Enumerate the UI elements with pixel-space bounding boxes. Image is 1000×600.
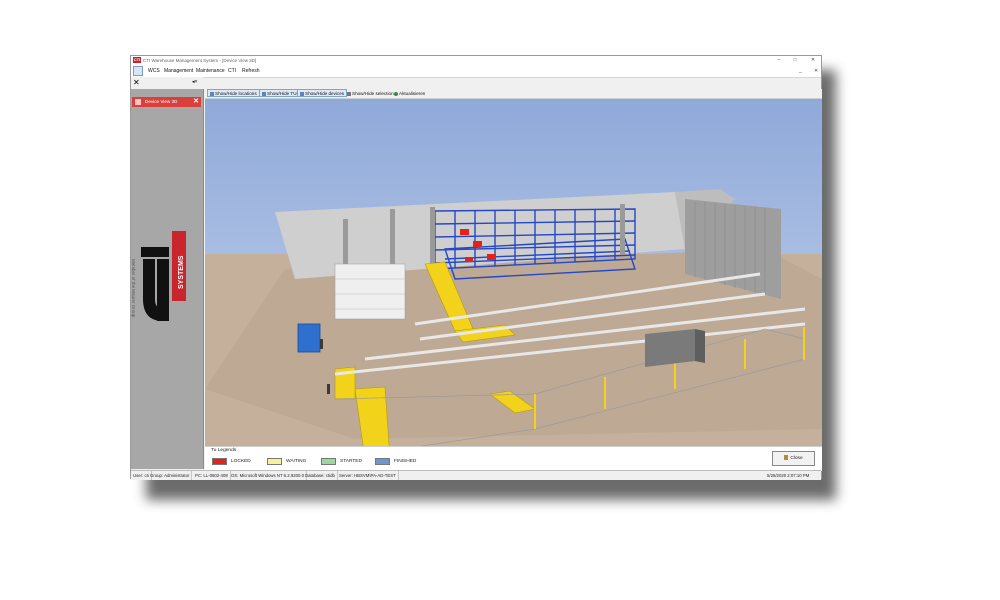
door-icon (784, 455, 789, 461)
tab-label: Device View 3D (145, 99, 178, 104)
brand-tagline: Member of the Maurer Group (131, 259, 136, 318)
legend-label-waiting: WAITING (286, 459, 307, 464)
close-window-button[interactable]: ✕ (807, 56, 819, 65)
menu-refresh[interactable]: Refresh (242, 67, 260, 75)
toolbar: Show/Hide locations Show/Hide TUs Show/H… (205, 89, 822, 99)
close-button[interactable]: Close (772, 451, 815, 466)
show-hide-tus-button[interactable]: Show/Hide TUs (259, 89, 302, 97)
warehouse-3d-render (205, 99, 822, 446)
tab-device-view-3d[interactable]: Device View 3D ✕ (132, 97, 201, 107)
button-label: Show/Hide devices (305, 91, 345, 96)
status-database: Database: ctidb (305, 471, 338, 480)
button-label: Show/Hide TUs (267, 91, 299, 96)
status-pc: PC: LL-0602-408 (195, 471, 231, 480)
refresh-icon (394, 91, 398, 96)
legend-swatch-started (321, 458, 336, 465)
legend-swatch-locked (212, 458, 227, 465)
tus-icon (262, 91, 266, 96)
aktualisieren-button[interactable]: Aktualisieren (391, 89, 428, 97)
status-group: Group: Administrator (150, 471, 193, 480)
status-user: User: cti (133, 471, 152, 480)
cti-systems-logo: SYSTEMS (141, 231, 186, 321)
menu-cti[interactable]: CTI (228, 67, 236, 75)
svg-text:SYSTEMS: SYSTEMS (178, 255, 185, 289)
minimize-button[interactable]: – (773, 56, 785, 65)
show-hide-selection-button[interactable]: Show/Hide selection (344, 89, 397, 97)
legend-swatch-waiting (267, 458, 282, 465)
device-view-3d-canvas[interactable] (205, 99, 822, 446)
button-label: Aktualisieren (399, 91, 426, 96)
status-server: Server: HBSVM\PA-AD-TEST (339, 471, 399, 480)
cti-logo-icon: CTI (133, 57, 141, 63)
sidebar-close-icon[interactable]: ✕ (133, 78, 140, 87)
menu-maintenance[interactable]: Maintenance (196, 67, 225, 75)
sidebar: Device View 3D ✕ SYSTEMS Member of the M… (131, 89, 204, 469)
legend-label-locked: LOCKED (231, 459, 251, 464)
sidebar-pin-icon[interactable]: ◂× (192, 79, 197, 85)
menu-management[interactable]: Management (164, 67, 193, 75)
app-icon[interactable] (133, 66, 143, 76)
status-datetime: 5/25/2020 2:07:10 PM (767, 473, 810, 478)
status-bar: User: cti Group: Administrator PC: LL-06… (131, 470, 821, 480)
mdi-close-button[interactable]: ✕ (814, 67, 818, 75)
window-title: CTI Warehouse Management System - [Devic… (143, 58, 257, 63)
show-hide-locations-button[interactable]: Show/Hide locations (207, 89, 260, 97)
button-label: Show/Hide locations (215, 91, 257, 96)
locations-icon (210, 91, 214, 96)
close-button-label: Close (790, 456, 803, 461)
tu-legend-panel: Tu Legends LOCKED WAITING STARTED FINISH… (205, 446, 822, 471)
maximize-button[interactable]: □ (789, 56, 801, 65)
tab-close-icon[interactable]: ✕ (193, 97, 199, 107)
sidebar-header: ✕ ◂× (131, 77, 203, 89)
menu-wcs[interactable]: WCS (148, 67, 160, 75)
legend-swatch-finished (375, 458, 390, 465)
app-window: CTI CTI Warehouse Management System - [D… (130, 55, 822, 480)
legend-label-finished: FINISHED (394, 459, 417, 464)
devices-icon (300, 91, 304, 96)
legend-label-started: STARTED (340, 459, 362, 464)
mdi-minimize-button[interactable]: _ (799, 67, 802, 75)
legend-title: Tu Legends (211, 448, 237, 453)
button-label: Show/Hide selection (352, 91, 394, 96)
cursor-icon (347, 91, 351, 96)
cube-icon (135, 99, 141, 105)
show-hide-devices-button[interactable]: Show/Hide devices (297, 89, 348, 97)
status-os: OS: Microsoft Windows NT 6.2.9200.0 (231, 471, 307, 480)
menu-bar: WCS Management Maintenance CTI Refresh _… (131, 65, 821, 78)
